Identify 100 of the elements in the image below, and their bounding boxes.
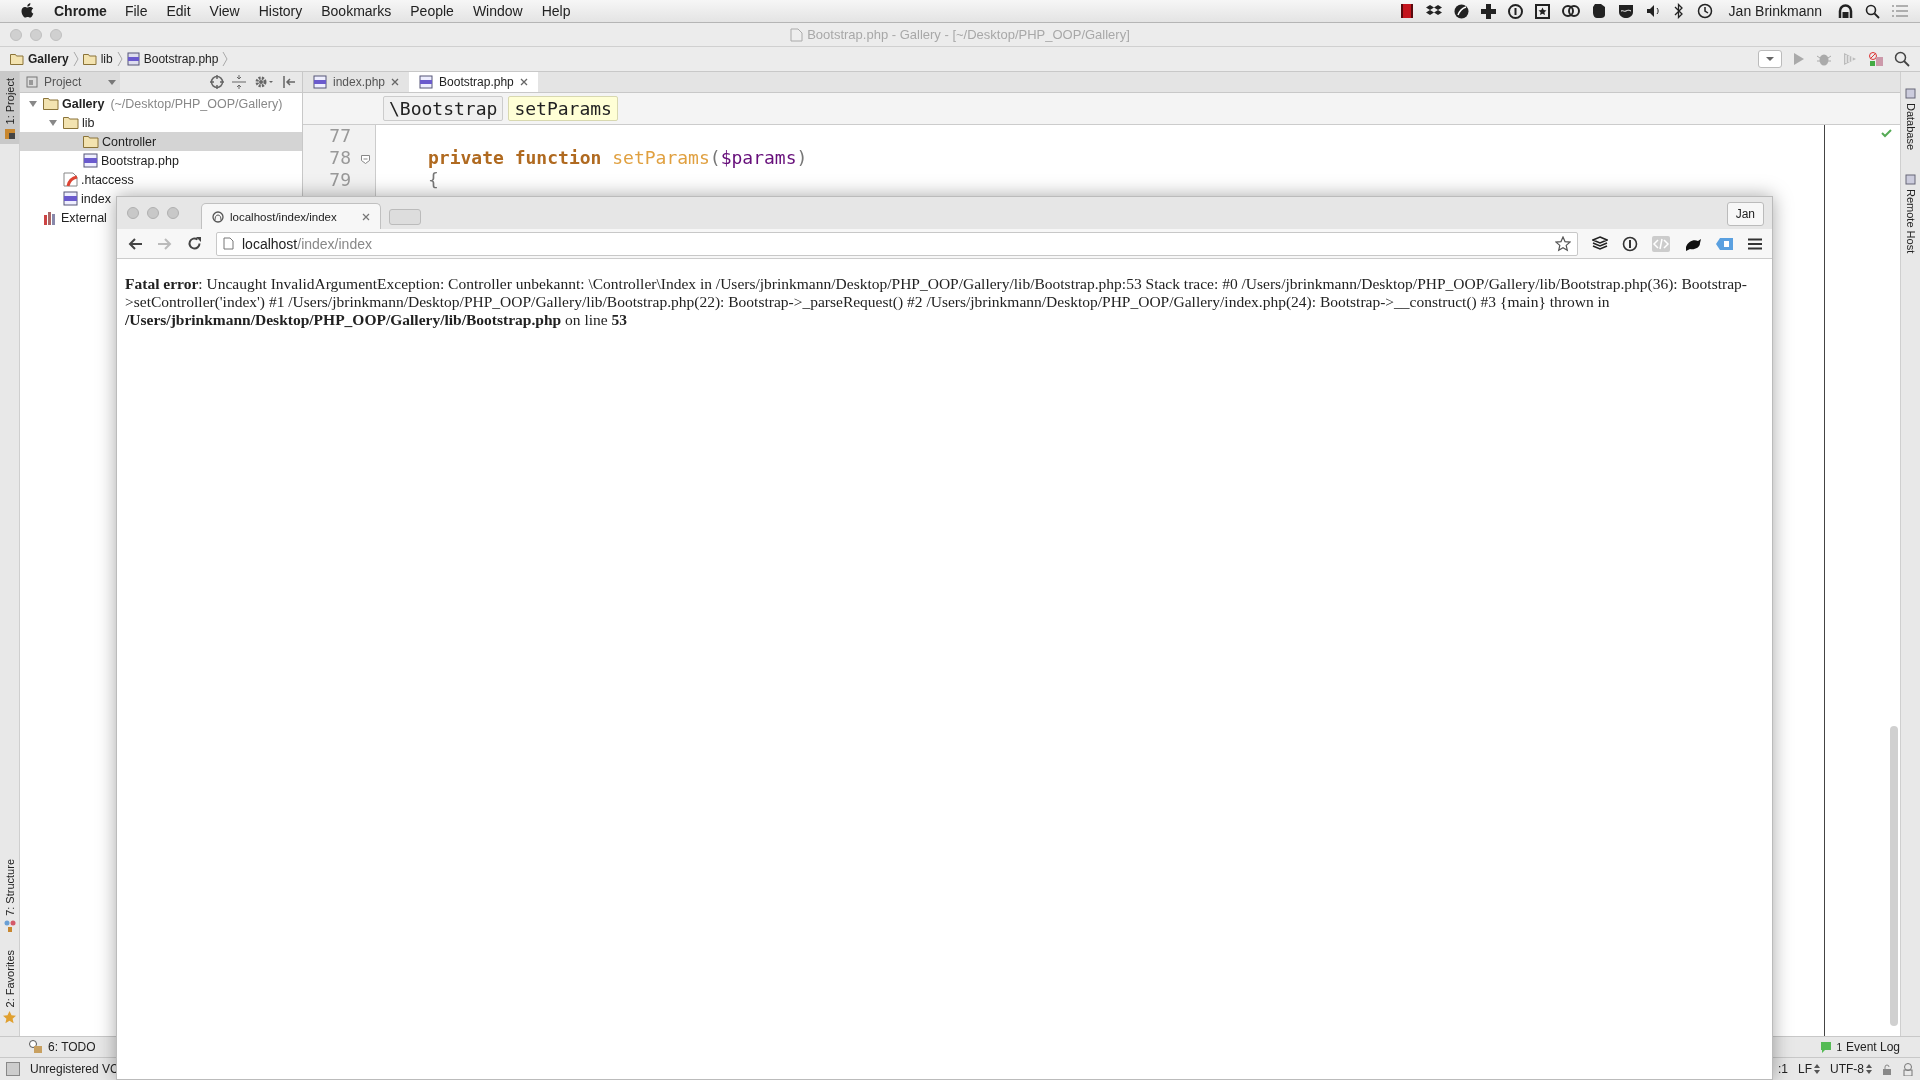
breadcrumb[interactable]: lib [100, 52, 113, 66]
window-icon [1905, 174, 1916, 186]
menu-item[interactable]: History [258, 3, 303, 19]
expand-arrow-icon[interactable] [48, 117, 58, 128]
encoding-selector[interactable]: UTF-8 [1830, 1062, 1872, 1076]
search-icon[interactable] [1894, 51, 1910, 67]
line-number: 78 [329, 147, 351, 169]
menu-item[interactable]: Bookmarks [321, 3, 392, 19]
close-icon[interactable] [519, 78, 528, 86]
tool-window-tab[interactable]: Remote Host [1901, 168, 1920, 258]
apple-icon[interactable] [20, 3, 34, 19]
tree-item[interactable]: Gallery (~/Desktop/PHP_OOP/Gallery) [20, 94, 283, 113]
tree-item[interactable]: Bootstrap.php [20, 151, 179, 170]
window-title: Bootstrap.php - Gallery - [~/Desktop/PHP_OOP/Gallery] [807, 27, 1130, 42]
run-config-dropdown[interactable] [1758, 50, 1782, 68]
menu-item[interactable]: People [410, 3, 454, 19]
todo-icon [28, 1040, 44, 1054]
expand-arrow-icon[interactable] [28, 98, 38, 109]
structure-icon [3, 919, 16, 932]
project-view-dropdown[interactable]: Project [20, 72, 120, 92]
menu-item[interactable]: File [124, 3, 148, 19]
code-breadcrumb[interactable]: \Bootstrap [383, 96, 504, 121]
layers-icon[interactable] [1592, 236, 1608, 251]
tree-item[interactable]: .htaccess [20, 170, 134, 189]
caret-icon [1765, 56, 1775, 62]
box-icon[interactable] [1425, 4, 1442, 18]
user-name[interactable]: Jan Brinkmann [1728, 3, 1822, 19]
line-separator-selector[interactable]: LF [1798, 1062, 1820, 1076]
browser-tab[interactable]: localhost/index/index [201, 203, 381, 229]
php-file-icon [83, 153, 98, 168]
breadcrumb[interactable]: Gallery [28, 52, 69, 66]
books-icon [43, 210, 58, 225]
back-icon[interactable] [127, 236, 143, 251]
film-icon[interactable] [1399, 3, 1414, 19]
code-line: { [428, 169, 439, 190]
chevron-icon [72, 51, 79, 67]
code-breadcrumb[interactable]: setParams [508, 96, 618, 121]
todo-tab[interactable]: 6: TODO [28, 1040, 96, 1054]
menu-icon[interactable] [1748, 237, 1762, 250]
lock-icon[interactable] [1882, 1063, 1892, 1075]
speaker-icon[interactable] [1645, 4, 1662, 18]
star-icon [3, 1011, 16, 1024]
locate-icon[interactable] [210, 75, 224, 89]
app-menu[interactable]: Chrome [54, 3, 107, 19]
php-file-icon [419, 75, 434, 89]
page-icon [223, 237, 234, 250]
fold-marker-icon[interactable] [361, 155, 370, 164]
tree-item[interactable]: External [20, 208, 107, 227]
php-file-icon [313, 75, 327, 89]
info-icon[interactable] [1622, 235, 1638, 252]
window-icon [1905, 88, 1916, 99]
check-icon [1881, 129, 1892, 138]
info-icon[interactable] [1507, 3, 1523, 19]
tree-item[interactable]: Controller [20, 132, 302, 151]
tree-item[interactable]: lib [20, 113, 95, 132]
caret-icon [108, 79, 116, 85]
gear-icon[interactable] [254, 75, 274, 89]
line-number: 79 [329, 169, 351, 191]
address-bar[interactable]: localhost/index/index [216, 231, 1578, 256]
bluetooth-icon[interactable] [1673, 3, 1684, 19]
menu-item[interactable]: Window [472, 3, 523, 19]
star-icon[interactable] [1555, 235, 1571, 252]
tool-window-tab[interactable]: 2: Favorites [0, 943, 19, 1028]
profile-button[interactable]: Jan [1726, 202, 1764, 226]
plus-icon[interactable] [1480, 3, 1496, 19]
globe-icon [212, 210, 224, 223]
error-message: Fatal error: Uncaught InvalidArgumentException: Controller unbekannt: \Controller\Index in /Users/jbrinkmann/Desktop/PHP_OOP/Gallery/lib/Bootstrap.php:53 Stack trace: #0 /Users/jbrinkmann/Desktop/PHP_OOP/Gallery/lib/Bootstrap.php(36): Bootstrap->setController('index') #1 /Users/jbrinkmann/Desktop/PHP_OOP/Gallery/lib/Bootstrap.php(22): Bootstrap->_parseRequest() #2 /Users/jbrinkmann/Desktop/PHP_OOP/Gallery/index.php(24): Bootstrap->__construct() #3 {main} thrown in /Users/jbrinkmann/Desktop/PHP_OOP/Gallery/lib/Bootstrap.php on line 53 [125, 275, 1748, 329]
tree-item[interactable]: index [20, 189, 111, 208]
code-line: private function setParams($params) [428, 147, 808, 168]
config-file-icon [63, 172, 78, 187]
chevron-icon [222, 51, 229, 67]
tool-window-tab[interactable]: 1: Project [0, 72, 19, 145]
speech-bubble-icon [1820, 1040, 1833, 1054]
php-file-icon [63, 191, 78, 206]
editor-tab[interactable]: index.php [303, 72, 410, 92]
chevron-icon [116, 51, 123, 67]
file-icon [790, 27, 804, 42]
updown-icon [1866, 1064, 1872, 1074]
shield-icon[interactable] [1617, 3, 1634, 19]
php-file-icon [126, 52, 140, 66]
menu-item[interactable]: View [209, 3, 240, 19]
menu-item[interactable]: Help [541, 3, 571, 19]
panel-icon [26, 76, 38, 88]
scrollbar[interactable] [1890, 726, 1898, 1026]
menu-item[interactable]: Edit [166, 3, 191, 19]
search-icon[interactable] [1865, 3, 1880, 19]
close-icon[interactable] [362, 212, 370, 221]
history-icon[interactable] [1695, 3, 1713, 19]
editor-tab[interactable]: Bootstrap.php [409, 72, 538, 92]
collapse-icon[interactable] [232, 75, 246, 89]
breadcrumb[interactable]: Bootstrap.php [143, 52, 219, 66]
headphones-icon[interactable] [1838, 3, 1853, 19]
tool-window-tab[interactable]: 7: Structure [0, 852, 19, 936]
updown-icon [1814, 1064, 1820, 1074]
reload-icon[interactable] [187, 236, 202, 251]
cursor-position[interactable]: :1 [1777, 1062, 1788, 1076]
hide-panel-icon[interactable] [282, 75, 296, 89]
close-icon[interactable] [391, 78, 400, 86]
tag-icon[interactable] [1716, 235, 1734, 252]
tool-window-tab[interactable]: Database [1901, 82, 1920, 155]
